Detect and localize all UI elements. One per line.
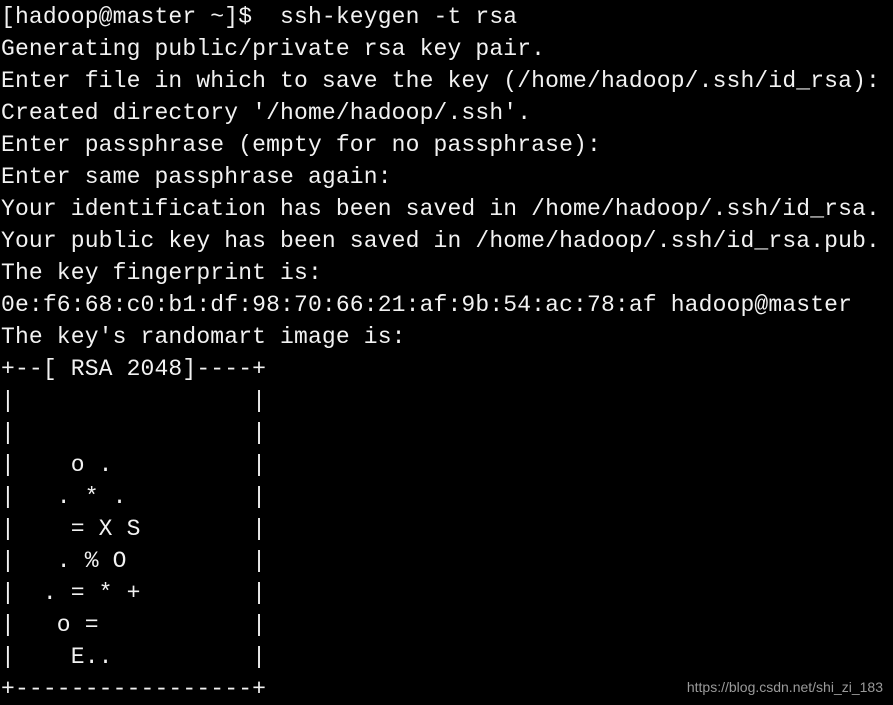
terminal-line: | . = * + | — [1, 580, 267, 606]
terminal-output[interactable]: [hadoop@master ~]$ ssh-keygen -t rsa Gene… — [1, 1, 893, 705]
terminal-line: Created directory '/home/hadoop/.ssh'. — [1, 100, 532, 126]
terminal-line: | | — [1, 388, 267, 414]
terminal-line: The key fingerprint is: — [1, 260, 322, 286]
terminal-line: | . * . | — [1, 484, 267, 510]
command-prompt-line: [hadoop@master ~]$ ssh-keygen -t rsa — [1, 4, 518, 30]
watermark: https://blog.csdn.net/shi_zi_183 — [686, 679, 883, 695]
terminal-line: Your public key has been saved in /home/… — [1, 228, 880, 254]
terminal-line: | = X S | — [1, 516, 267, 542]
terminal-line: 0e:f6:68:c0:b1:df:98:70:66:21:af:9b:54:a… — [1, 292, 853, 318]
terminal-line: | o = | — [1, 612, 267, 638]
terminal-line: | . % O | — [1, 548, 267, 574]
terminal-line: | E.. | — [1, 644, 267, 670]
terminal-line: +--[ RSA 2048]----+ — [1, 356, 267, 382]
terminal-line: Enter same passphrase again: — [1, 164, 392, 190]
terminal-line: Enter file in which to save the key (/ho… — [1, 68, 880, 94]
terminal-line: Enter passphrase (empty for no passphras… — [1, 132, 601, 158]
terminal-line: | o . | — [1, 452, 267, 478]
terminal-line: The key's randomart image is: — [1, 324, 406, 350]
terminal-line: | | — [1, 420, 267, 446]
terminal-line: Generating public/private rsa key pair. — [1, 36, 546, 62]
terminal-line: Your identification has been saved in /h… — [1, 196, 880, 222]
